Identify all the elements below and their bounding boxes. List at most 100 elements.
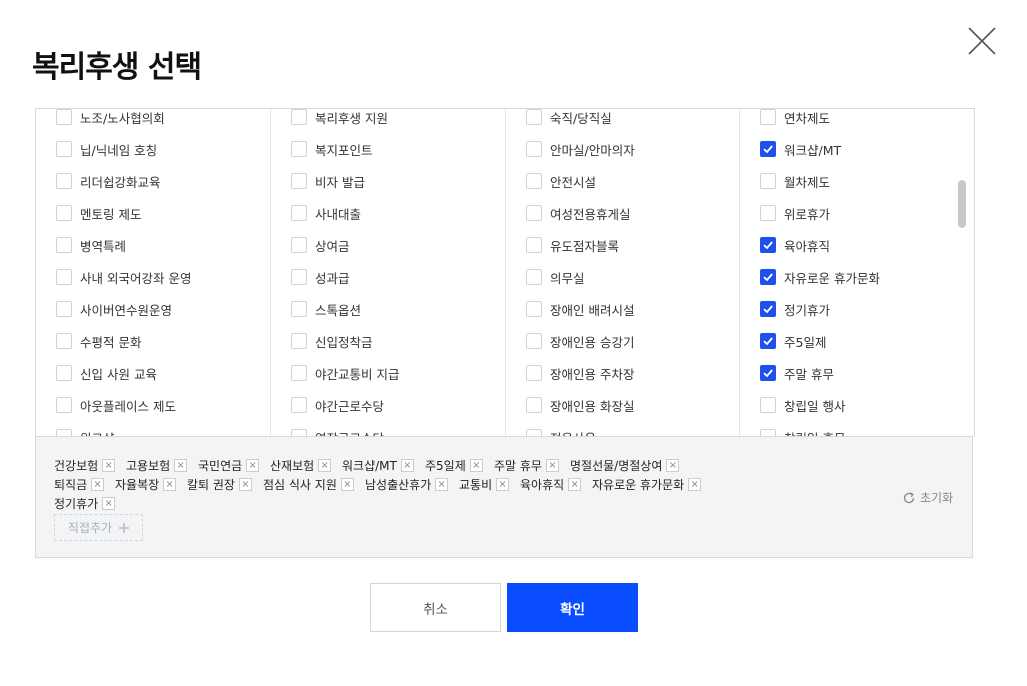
checkbox-checked[interactable]: [760, 333, 776, 349]
benefit-option[interactable]: 복지포인트: [291, 139, 373, 159]
checkbox-checked[interactable]: [760, 301, 776, 317]
benefit-option[interactable]: 유도점자블록: [526, 235, 619, 255]
checkbox[interactable]: [526, 397, 542, 413]
checkbox[interactable]: [56, 141, 72, 157]
remove-tag-icon[interactable]: ×: [568, 478, 582, 491]
benefit-option[interactable]: 장애인용 주차장: [526, 363, 634, 383]
reset-button[interactable]: 초기화: [902, 489, 953, 506]
benefit-option[interactable]: 야간교통비 지급: [291, 363, 399, 383]
checkbox[interactable]: [291, 141, 307, 157]
remove-tag-icon[interactable]: ×: [340, 478, 354, 491]
remove-tag-icon[interactable]: ×: [469, 459, 483, 472]
benefit-option[interactable]: 창립일 행사: [760, 395, 845, 415]
checkbox[interactable]: [291, 237, 307, 253]
checkbox-checked[interactable]: [760, 365, 776, 381]
checkbox[interactable]: [526, 269, 542, 285]
checkbox[interactable]: [526, 141, 542, 157]
benefit-option[interactable]: 월차제도: [760, 171, 830, 191]
checkbox-checked[interactable]: [760, 269, 776, 285]
benefit-option[interactable]: 장애인 배려시설: [526, 299, 634, 319]
remove-tag-icon[interactable]: ×: [163, 478, 177, 491]
checkbox[interactable]: [291, 269, 307, 285]
remove-tag-icon[interactable]: ×: [238, 478, 252, 491]
checkbox-checked[interactable]: [760, 237, 776, 253]
checkbox[interactable]: [526, 205, 542, 221]
benefit-option[interactable]: 성과급: [291, 267, 350, 287]
remove-tag-icon[interactable]: ×: [318, 459, 332, 472]
checkbox[interactable]: [56, 205, 72, 221]
remove-tag-icon[interactable]: ×: [545, 459, 559, 472]
checkbox[interactable]: [760, 173, 776, 189]
benefit-option[interactable]: 병역특례: [56, 235, 126, 255]
benefit-option[interactable]: 정기휴가: [760, 299, 830, 319]
close-button[interactable]: [962, 22, 1000, 60]
benefit-option[interactable]: 숙직/당직실: [526, 109, 612, 127]
benefit-option[interactable]: 장애인용 승강기: [526, 331, 634, 351]
checkbox[interactable]: [56, 301, 72, 317]
remove-tag-icon[interactable]: ×: [435, 478, 449, 491]
benefit-option[interactable]: 아웃플레이스 제도: [56, 395, 176, 415]
checkbox[interactable]: [526, 301, 542, 317]
checkbox[interactable]: [526, 333, 542, 349]
benefit-option[interactable]: 사내대출: [291, 203, 361, 223]
checkbox[interactable]: [56, 333, 72, 349]
benefit-option[interactable]: 안전시설: [526, 171, 596, 191]
checkbox[interactable]: [291, 301, 307, 317]
checkbox[interactable]: [291, 333, 307, 349]
checkbox[interactable]: [291, 109, 307, 125]
remove-tag-icon[interactable]: ×: [102, 497, 116, 510]
checkbox[interactable]: [760, 109, 776, 125]
checkbox[interactable]: [526, 365, 542, 381]
confirm-button[interactable]: 확인: [507, 583, 638, 632]
remove-tag-icon[interactable]: ×: [91, 478, 105, 491]
benefit-option[interactable]: 상여금: [291, 235, 350, 255]
checkbox[interactable]: [526, 173, 542, 189]
benefit-option[interactable]: 사이버연수원운영: [56, 299, 172, 319]
benefit-option[interactable]: 여성전용휴게실: [526, 203, 631, 223]
benefit-list[interactable]: 노조/노사협의회 닙/닉네임 호칭 리더쉽강화교육 멘토링 제도 병역특례 사내 외국어강…: [35, 108, 975, 437]
checkbox[interactable]: [291, 173, 307, 189]
remove-tag-icon[interactable]: ×: [496, 478, 510, 491]
checkbox[interactable]: [291, 397, 307, 413]
direct-add-button[interactable]: 직접추가: [54, 514, 143, 541]
benefit-option[interactable]: 사내 외국어강좌 운영: [56, 267, 191, 287]
remove-tag-icon[interactable]: ×: [688, 478, 702, 491]
benefit-option[interactable]: 야간근로수당: [291, 395, 384, 415]
checkbox[interactable]: [56, 365, 72, 381]
checkbox[interactable]: [56, 397, 72, 413]
remove-tag-icon[interactable]: ×: [102, 459, 116, 472]
remove-tag-icon[interactable]: ×: [400, 459, 414, 472]
benefit-option[interactable]: 복리후생 지원: [291, 109, 388, 127]
scrollbar-thumb[interactable]: [958, 180, 966, 228]
checkbox[interactable]: [760, 205, 776, 221]
benefit-option[interactable]: 육아휴직: [760, 235, 830, 255]
remove-tag-icon[interactable]: ×: [666, 459, 680, 472]
checkbox[interactable]: [526, 109, 542, 125]
benefit-option[interactable]: 신입 사원 교육: [56, 363, 157, 383]
checkbox[interactable]: [56, 237, 72, 253]
benefit-option[interactable]: 위로휴가: [760, 203, 830, 223]
checkbox[interactable]: [760, 397, 776, 413]
checkbox-checked[interactable]: [760, 141, 776, 157]
checkbox[interactable]: [56, 109, 72, 125]
checkbox[interactable]: [56, 269, 72, 285]
remove-tag-icon[interactable]: ×: [246, 459, 260, 472]
benefit-option[interactable]: 장애인용 화장실: [526, 395, 634, 415]
checkbox[interactable]: [526, 237, 542, 253]
benefit-option[interactable]: 의무실: [526, 267, 585, 287]
benefit-option[interactable]: 주5일제: [760, 331, 826, 351]
checkbox[interactable]: [291, 205, 307, 221]
checkbox[interactable]: [56, 173, 72, 189]
benefit-option[interactable]: 연차제도: [760, 109, 830, 127]
checkbox[interactable]: [291, 365, 307, 381]
benefit-option[interactable]: 노조/노사협의회: [56, 109, 165, 127]
benefit-option[interactable]: 워크샵/MT: [760, 139, 841, 159]
cancel-button[interactable]: 취소: [370, 583, 501, 632]
benefit-option[interactable]: 스톡옵션: [291, 299, 361, 319]
benefit-option[interactable]: 주말 휴무: [760, 363, 834, 383]
benefit-option[interactable]: 자유로운 휴가문화: [760, 267, 880, 287]
benefit-option[interactable]: 멘토링 제도: [56, 203, 141, 223]
benefit-option[interactable]: 비자 발급: [291, 171, 365, 191]
remove-tag-icon[interactable]: ×: [174, 459, 188, 472]
benefit-option[interactable]: 수평적 문화: [56, 331, 141, 351]
